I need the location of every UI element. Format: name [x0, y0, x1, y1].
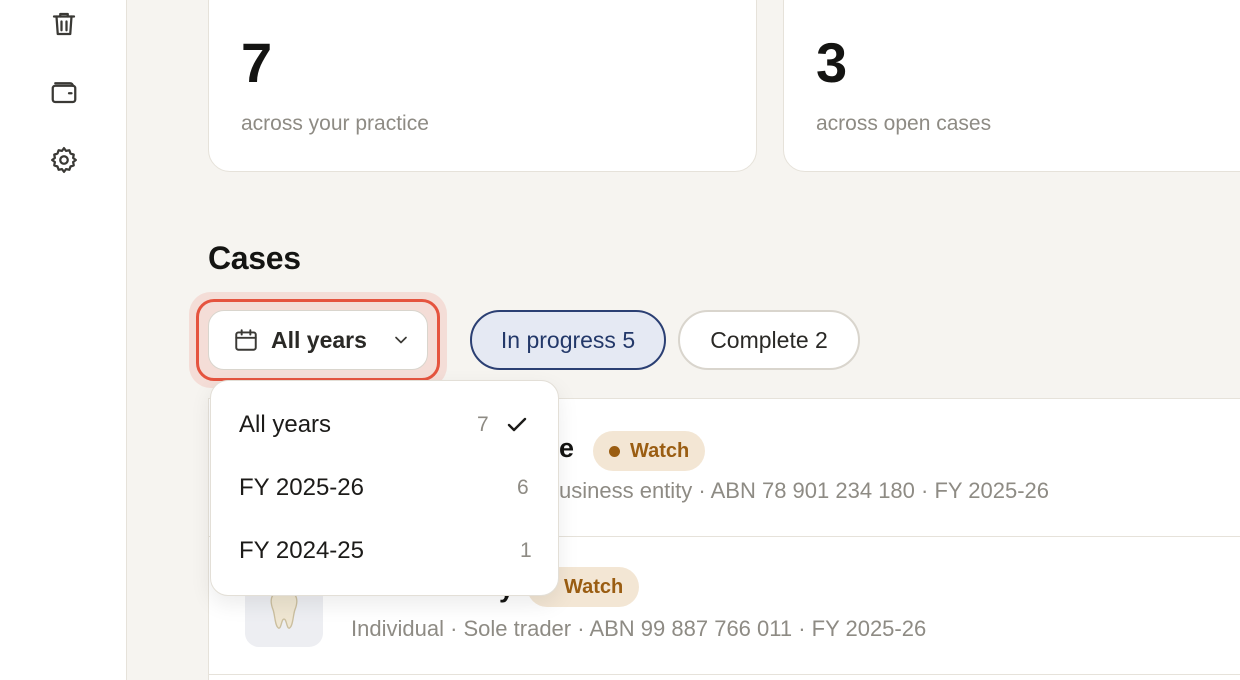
case-meta: Individual · Sole trader · ABN 99 887 76…: [351, 616, 927, 641]
case-meta: usiness entity · ABN 78 901 234 180 · FY…: [559, 478, 1050, 503]
dropdown-option-fy-2024-25[interactable]: FY 2024-25 1: [211, 520, 560, 582]
dropdown-option-all-years[interactable]: All years 7: [211, 394, 560, 456]
year-dropdown-menu: All years 7 FY 2025-26 6 FY 2024-25 1: [210, 380, 559, 596]
cases-title: Cases: [208, 240, 301, 276]
status-badge: Watch: [593, 431, 706, 471]
year-filter-label: All years: [271, 326, 367, 353]
option-label: FY 2024-25: [239, 537, 364, 564]
status-dot: [609, 445, 620, 457]
option-count: 1: [520, 539, 532, 562]
stat-card-total: 7 across your practice: [208, 0, 757, 172]
dropdown-option-fy-2025-26[interactable]: FY 2025-26 6: [211, 457, 560, 519]
filter-in-progress[interactable]: In progress 5: [470, 310, 666, 370]
option-count: 6: [517, 476, 529, 499]
stat-value: 3: [816, 31, 847, 94]
badge-label: Watch: [564, 575, 624, 598]
wallet-icon[interactable]: [46, 74, 82, 110]
option-label: All years: [239, 411, 332, 438]
stat-caption: across open cases: [816, 112, 992, 135]
gear-icon[interactable]: [46, 142, 82, 178]
option-label: FY 2025-26: [239, 474, 364, 501]
year-filter-dropdown[interactable]: All years: [208, 310, 428, 370]
case-name: e: [559, 433, 575, 463]
calendar-icon: [233, 327, 259, 353]
option-count: 7: [477, 413, 489, 436]
chevron-down-icon: [379, 330, 411, 350]
badge-label: Watch: [630, 439, 690, 462]
stat-card-open: 3 across open cases: [783, 0, 1240, 172]
stat-value: 7: [241, 31, 272, 94]
filter-complete[interactable]: Complete 2: [678, 310, 860, 370]
stat-caption: across your practice: [241, 112, 429, 135]
sidebar: [0, 0, 127, 680]
trash-icon[interactable]: [46, 6, 82, 42]
